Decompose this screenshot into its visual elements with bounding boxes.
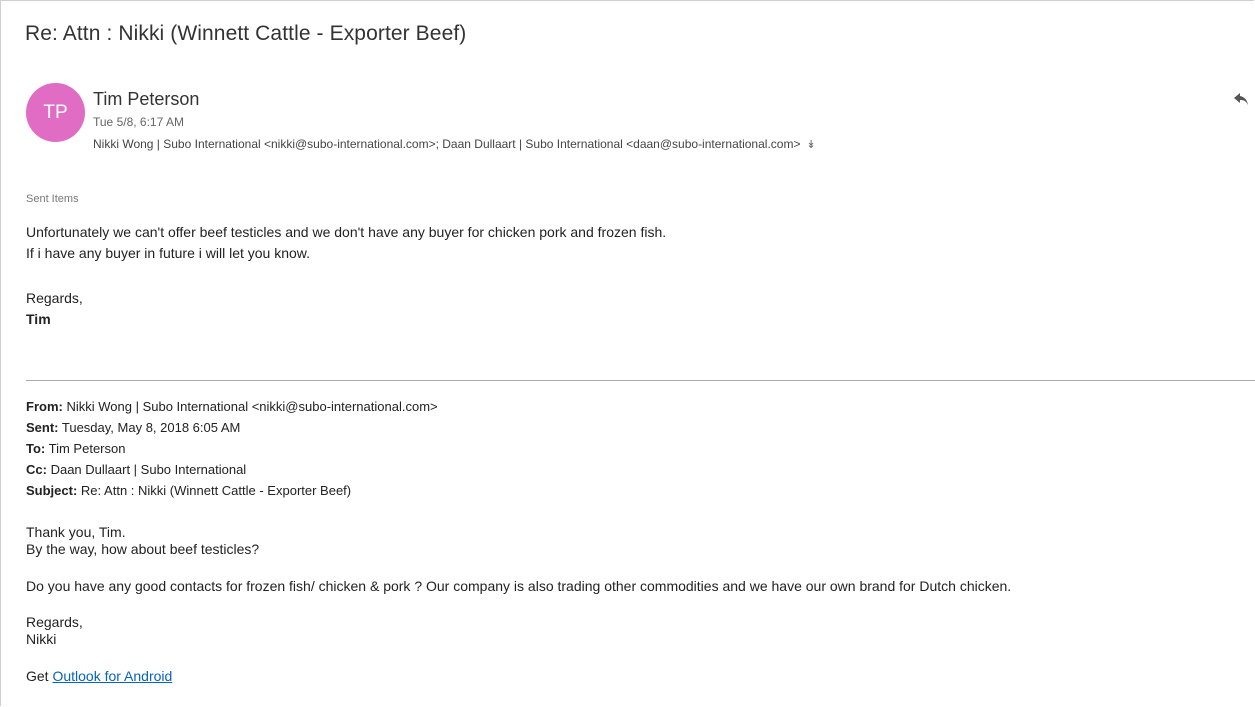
outlook-promo: Get Outlook for Android [26,668,172,684]
body-line-1: Unfortunately we can't offer beef testic… [26,224,667,240]
sender-avatar[interactable]: TP [26,83,85,142]
quoted-signature: Nikki [26,631,57,647]
quoted-to: To: Tim Peterson [26,441,125,456]
body-signature: Tim [26,311,51,327]
quoted-from: From: Nikki Wong | Subo International <n… [26,399,438,414]
quoted-sent-label: Sent: [26,420,59,435]
quoted-cc-label: Cc: [26,462,47,477]
quoted-subject: Subject: Re: Attn : Nikki (Winnett Cattl… [26,483,351,498]
outlook-promo-prefix: Get [26,668,53,684]
sent-date: Tue 5/8, 6:17 AM [93,115,184,129]
sender-name[interactable]: Tim Peterson [93,89,199,110]
folder-label[interactable]: Sent Items [26,193,79,205]
quoted-line-2: By the way, how about beef testicles? [26,541,260,557]
quoted-line-3: Do you have any good contacts for frozen… [26,578,1012,594]
quoted-sent-value: Tuesday, May 8, 2018 6:05 AM [61,420,241,435]
recipients-list[interactable]: Nikki Wong | Subo International <nikki@s… [93,137,800,151]
quoted-to-value: Tim Peterson [48,441,126,456]
quoted-subject-value: Re: Attn : Nikki (Winnett Cattle - Expor… [80,483,352,498]
quoted-from-value: Nikki Wong | Subo International <nikki@s… [66,399,438,414]
quoted-divider [26,380,1255,381]
email-subject: Re: Attn : Nikki (Winnett Cattle - Expor… [25,22,467,45]
body-line-2: If i have any buyer in future i will let… [26,245,311,261]
reply-arrow-icon[interactable] [1234,92,1248,110]
outlook-for-android-link[interactable]: Outlook for Android [52,668,172,684]
quoted-subject-label: Subject: [26,483,78,498]
quoted-regards: Regards, [26,614,83,630]
quoted-cc: Cc: Daan Dullaart | Subo International [26,462,246,477]
quoted-cc-value: Daan Dullaart | Subo International [50,462,247,477]
double-chevron-down-icon[interactable]: ↡ [806,138,815,151]
recipients-line: Nikki Wong | Subo International <nikki@s… [93,137,816,151]
quoted-to-label: To: [26,441,46,456]
quoted-line-1: Thank you, Tim. [26,524,126,540]
quoted-from-label: From: [26,399,63,414]
quoted-sent: Sent: Tuesday, May 8, 2018 6:05 AM [26,420,240,435]
body-regards: Regards, [26,290,83,306]
